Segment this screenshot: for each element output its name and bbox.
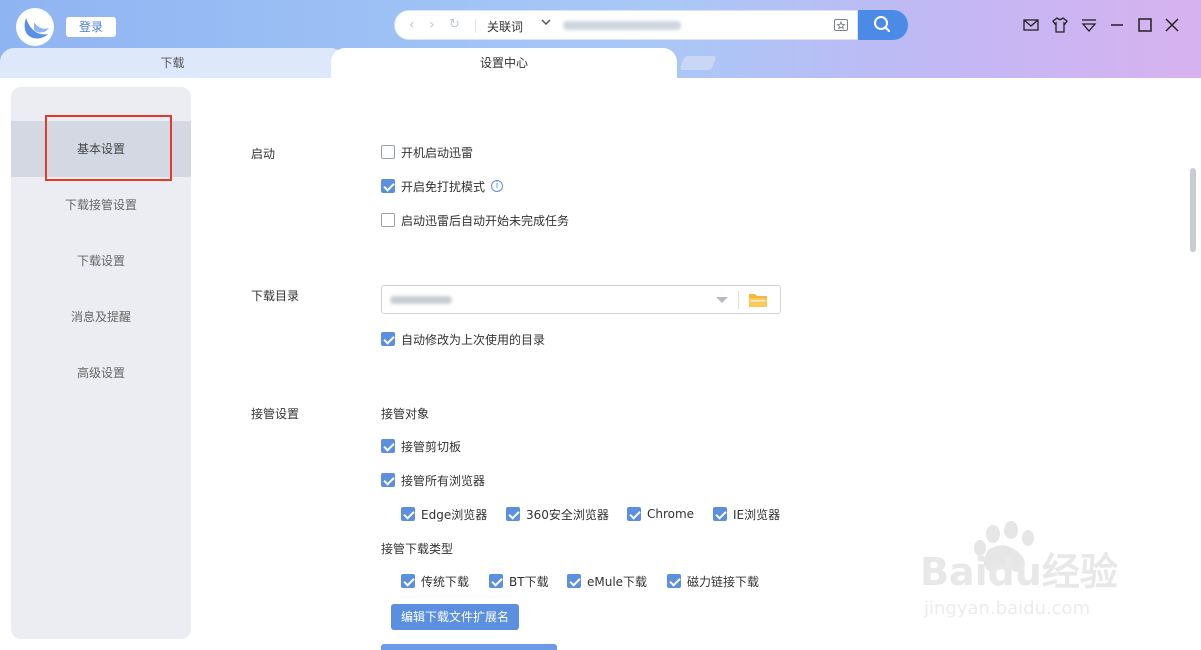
checkbox[interactable]: [627, 507, 641, 521]
browser-chrome-option[interactable]: Chrome: [627, 506, 694, 522]
type-bt-option[interactable]: BT下载: [489, 573, 549, 589]
takeover-all-browsers-option[interactable]: 接管所有浏览器: [381, 472, 485, 488]
checkbox[interactable]: [506, 507, 520, 521]
new-tab-button[interactable]: [679, 56, 717, 70]
chevron-down-icon[interactable]: [540, 16, 552, 31]
tab-download[interactable]: 下载: [0, 48, 345, 78]
checkbox[interactable]: [401, 507, 415, 521]
scrollbar[interactable]: [1190, 168, 1196, 252]
refresh-icon[interactable]: ↻: [449, 18, 460, 32]
checkbox[interactable]: [381, 213, 395, 227]
partial-button[interactable]: [381, 644, 557, 650]
checkbox-label: 传统下载: [421, 574, 470, 589]
address-bar[interactable]: ‹ › ↻ 关联词: [394, 10, 858, 40]
checkbox-label: BT下载: [509, 574, 549, 589]
settings-sidebar: 基本设置 下载接管设置 下载设置 消息及提醒 高级设置: [11, 87, 191, 639]
download-dir-label: 下载目录: [251, 289, 300, 303]
back-icon[interactable]: ‹: [409, 18, 415, 32]
sidebar-item-notifications[interactable]: 消息及提醒: [11, 289, 191, 345]
checkbox[interactable]: [667, 574, 681, 588]
mail-icon[interactable]: [1022, 16, 1040, 37]
checkbox[interactable]: [489, 574, 503, 588]
type-magnet-option[interactable]: 磁力链接下载: [667, 573, 759, 589]
checkbox-label: 360安全浏览器: [526, 507, 609, 522]
browser-ie-option[interactable]: IE浏览器: [713, 506, 780, 522]
download-dir-select[interactable]: [381, 285, 781, 314]
checkbox-label: Chrome: [647, 507, 695, 521]
auto-change-dir-option[interactable]: 自动修改为上次使用的目录: [381, 331, 545, 347]
type-emule-option[interactable]: eMule下载: [567, 573, 647, 589]
title-bar: 登录 ‹ › ↻ 关联词 下载 设置中心: [0, 0, 1201, 78]
checkbox[interactable]: [381, 145, 395, 159]
takeover-target-label: 接管对象: [381, 407, 430, 421]
checkbox-label: 磁力链接下载: [687, 574, 760, 589]
sidebar-item-download[interactable]: 下载设置: [11, 233, 191, 289]
browser-edge-option[interactable]: Edge浏览器: [401, 506, 487, 522]
checkbox-label: IE浏览器: [733, 507, 781, 522]
sidebar-item-takeover[interactable]: 下载接管设置: [11, 177, 191, 233]
url-text-blurred: [563, 21, 681, 30]
checkbox-label: 开启免打扰模式: [401, 179, 486, 194]
takeover-label: 接管设置: [251, 407, 300, 421]
checkbox[interactable]: [381, 332, 395, 346]
close-icon[interactable]: [1163, 16, 1181, 37]
checkbox-label: 开机启动迅雷: [401, 145, 474, 160]
startup-option-dnd[interactable]: 开启免打扰模式 i: [381, 178, 504, 194]
bookmark-star-icon[interactable]: [833, 17, 849, 33]
menu-icon[interactable]: [1080, 16, 1098, 37]
checkbox[interactable]: [567, 574, 581, 588]
checkbox-label: 接管所有浏览器: [401, 473, 486, 488]
forward-icon[interactable]: ›: [429, 18, 435, 32]
sidebar-item-basic[interactable]: 基本设置: [11, 121, 191, 177]
takeover-types-label: 接管下载类型: [381, 542, 454, 556]
checkbox-label: eMule下载: [587, 574, 648, 589]
edit-extensions-button[interactable]: 编辑下载文件扩展名: [391, 604, 519, 630]
tab-settings[interactable]: 设置中心: [331, 48, 677, 78]
startup-label: 启动: [251, 147, 276, 161]
settings-content: 基本设置 下载接管设置 下载设置 消息及提醒 高级设置: [0, 78, 1201, 650]
keyword-label[interactable]: 关联词: [487, 18, 523, 35]
checkbox[interactable]: [401, 574, 415, 588]
browser-360-option[interactable]: 360安全浏览器: [506, 506, 609, 522]
type-traditional-option[interactable]: 传统下载: [401, 573, 469, 589]
checkbox[interactable]: [381, 179, 395, 193]
dropdown-arrow-icon[interactable]: [716, 297, 728, 303]
checkbox-label: Edge浏览器: [421, 507, 488, 522]
startup-option-resume[interactable]: 启动迅雷后自动开始未完成任务: [381, 212, 569, 228]
startup-option-autostart[interactable]: 开机启动迅雷: [381, 144, 473, 160]
checkbox[interactable]: [381, 473, 395, 487]
skin-shirt-icon[interactable]: [1051, 16, 1069, 37]
sidebar-item-advanced[interactable]: 高级设置: [11, 345, 191, 401]
search-icon: [874, 16, 891, 33]
minimize-icon[interactable]: [1108, 16, 1126, 37]
divider: [738, 291, 739, 309]
xunlei-logo-icon[interactable]: [16, 8, 54, 46]
checkbox[interactable]: [713, 507, 727, 521]
search-button[interactable]: [858, 10, 908, 40]
maximize-icon[interactable]: [1136, 16, 1154, 37]
checkbox-label: 接管剪切板: [401, 439, 462, 454]
checkbox-label: 启动迅雷后自动开始未完成任务: [401, 213, 570, 228]
checkbox[interactable]: [381, 439, 395, 453]
login-button[interactable]: 登录: [66, 17, 116, 37]
checkbox-label: 自动修改为上次使用的目录: [401, 332, 546, 347]
takeover-clipboard-option[interactable]: 接管剪切板: [381, 438, 461, 454]
address-divider: [475, 19, 476, 33]
dir-path-blurred: [390, 296, 452, 304]
folder-icon[interactable]: [748, 292, 768, 308]
info-icon[interactable]: i: [491, 180, 504, 192]
